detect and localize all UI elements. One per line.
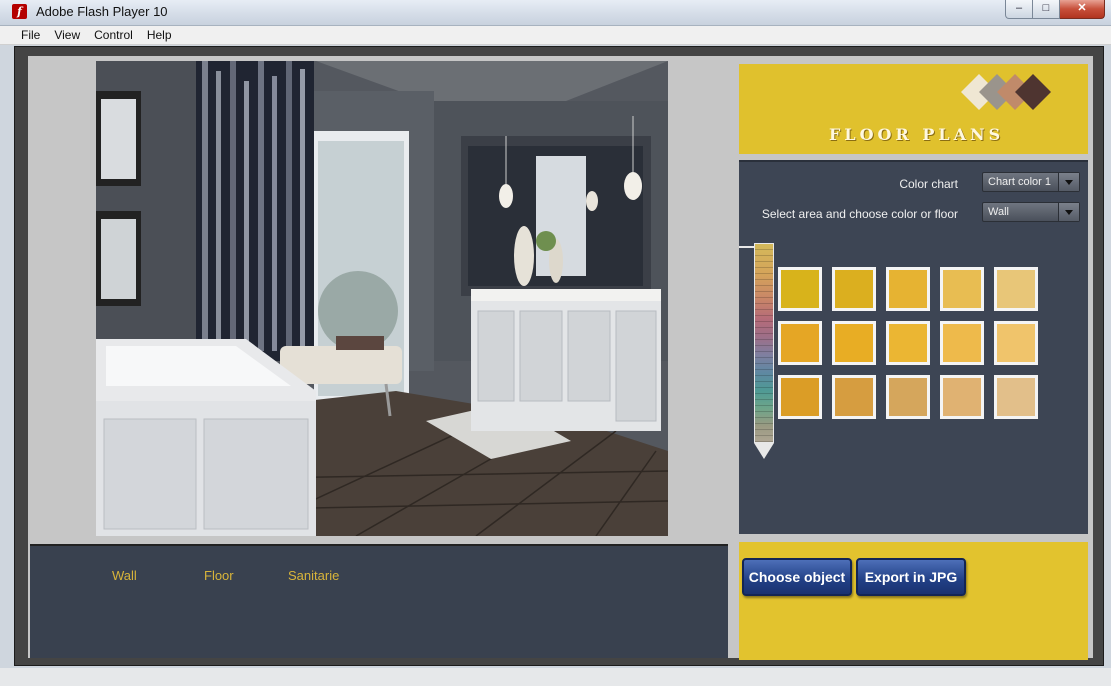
taskbar-strip (0, 668, 1111, 686)
color-swatch[interactable] (886, 375, 930, 419)
color-spectrum-slider[interactable] (754, 243, 774, 443)
title-bar: f Adobe Flash Player 10 – □ ✕ (0, 0, 1111, 26)
color-swatch[interactable] (940, 267, 984, 311)
flash-app-icon: f (12, 4, 27, 19)
color-swatch[interactable] (778, 375, 822, 419)
color-swatch[interactable] (778, 267, 822, 311)
app-stage: Wall Floor Sanitarie FLOOR PLANS Color c… (28, 56, 1093, 660)
logo-panel: FLOOR PLANS (739, 64, 1088, 154)
color-swatch[interactable] (832, 321, 876, 365)
menu-view[interactable]: View (47, 26, 87, 44)
menu-file[interactable]: File (14, 26, 47, 44)
area-select-dropdown-button[interactable] (1058, 203, 1079, 221)
app-logo-text: FLOOR PLANS (829, 125, 1005, 144)
color-swatch[interactable] (886, 321, 930, 365)
area-select-value: Wall (988, 206, 1009, 218)
room-preview-image[interactable] (96, 61, 668, 536)
color-swatch[interactable] (940, 321, 984, 365)
color-chart-label: Color chart (899, 177, 958, 191)
color-swatch[interactable] (940, 375, 984, 419)
menu-control[interactable]: Control (87, 26, 140, 44)
minimize-button[interactable]: – (1005, 0, 1033, 19)
color-chart-value: Chart color 1 (988, 176, 1051, 188)
color-chart-dropdown-button[interactable] (1058, 173, 1079, 191)
color-strip-marker (739, 246, 754, 248)
color-swatch[interactable] (832, 375, 876, 419)
color-swatch[interactable] (994, 321, 1038, 365)
slider-pointer-icon[interactable] (754, 443, 774, 459)
close-button[interactable]: ✕ (1060, 0, 1105, 19)
area-select-label: Select area and choose color or floor (761, 207, 958, 221)
area-selector-panel: Wall Floor Sanitarie (30, 544, 728, 658)
chevron-down-icon (1065, 180, 1073, 185)
area-floor-link[interactable]: Floor (204, 568, 234, 583)
color-swatch[interactable] (994, 375, 1038, 419)
color-controls-panel: Color chart Chart color 1 Select area an… (739, 160, 1088, 534)
color-swatch[interactable] (886, 267, 930, 311)
choose-object-button[interactable]: Choose object (742, 558, 852, 596)
export-jpg-button[interactable]: Export in JPG (856, 558, 966, 596)
flash-content-area: Wall Floor Sanitarie FLOOR PLANS Color c… (14, 46, 1104, 666)
action-panel: Choose object Export in JPG (739, 542, 1088, 660)
maximize-button[interactable]: □ (1033, 0, 1060, 19)
floor-plans-logo-icon (961, 74, 1051, 110)
area-wall-link[interactable]: Wall (112, 568, 137, 583)
color-swatch[interactable] (994, 267, 1038, 311)
color-swatch[interactable] (832, 267, 876, 311)
menu-help[interactable]: Help (140, 26, 179, 44)
window-controls: – □ ✕ (1005, 0, 1105, 19)
area-sanitarie-link[interactable]: Sanitarie (288, 568, 339, 583)
window-title: Adobe Flash Player 10 (36, 4, 168, 19)
menu-bar: File View Control Help (0, 26, 1111, 45)
color-swatch[interactable] (778, 321, 822, 365)
chevron-down-icon (1065, 210, 1073, 215)
area-select-dropdown[interactable]: Wall (982, 202, 1080, 222)
color-chart-dropdown[interactable]: Chart color 1 (982, 172, 1080, 192)
